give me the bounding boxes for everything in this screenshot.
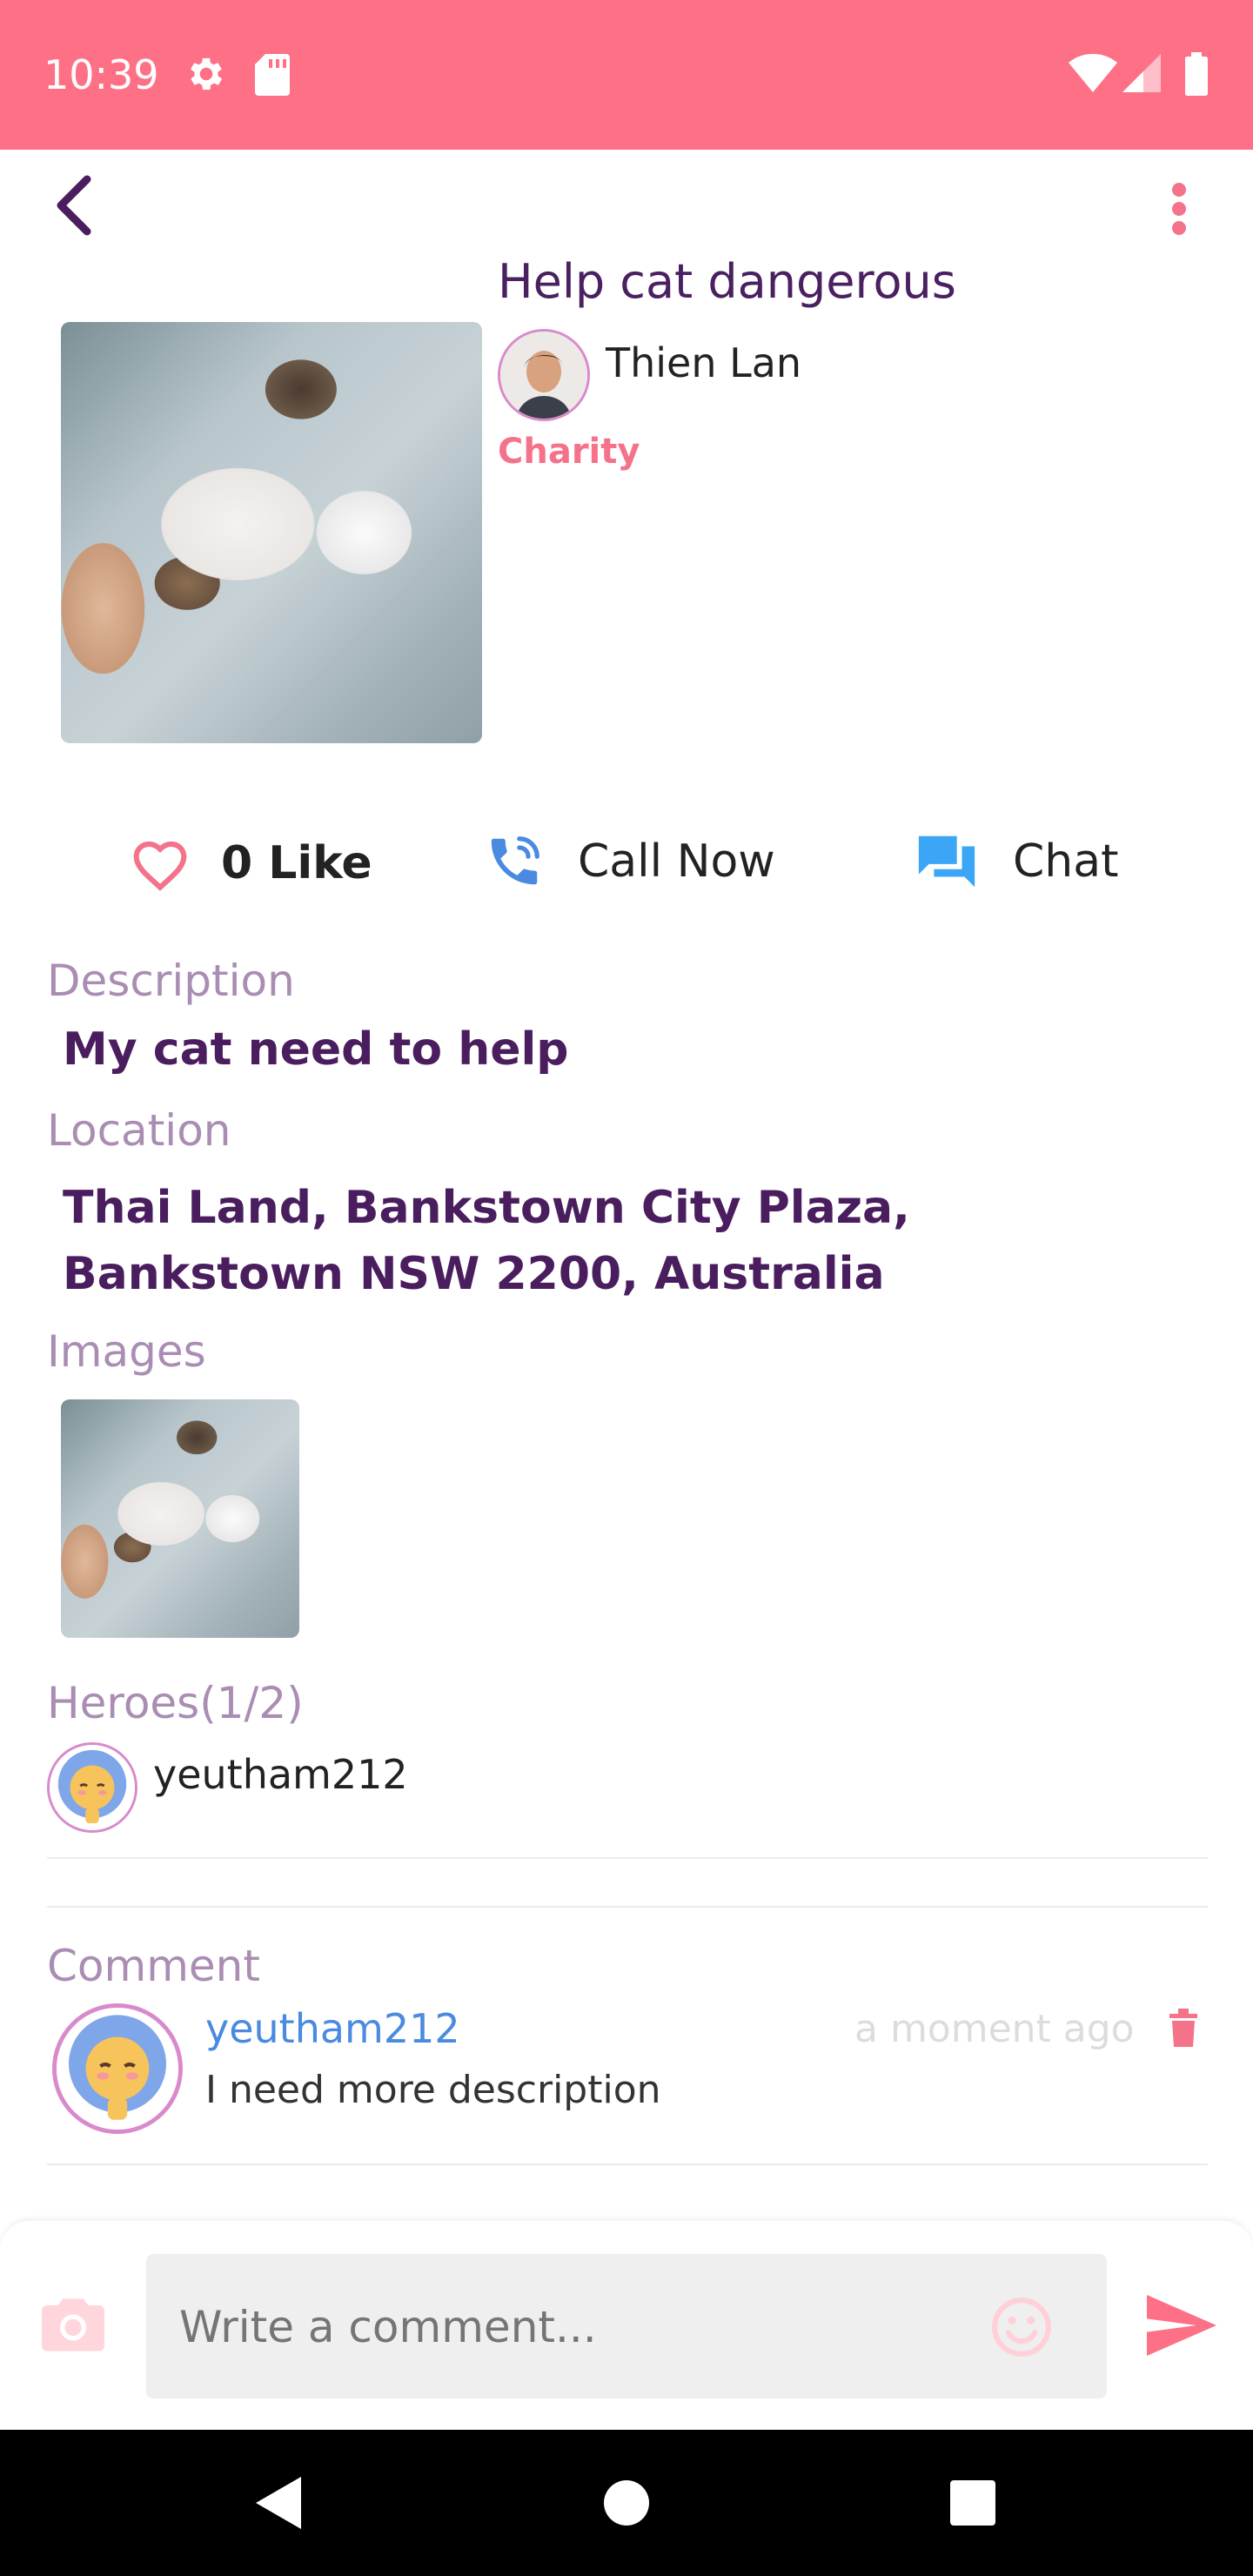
nav-back-icon [256,2477,301,2529]
author-avatar[interactable] [498,329,590,421]
description-heading: Description [47,956,295,1006]
emoji-icon [992,2298,1051,2357]
post-cover-image[interactable] [61,322,482,743]
status-time: 10:39 [44,51,159,98]
nav-home-icon [604,2480,649,2526]
hero-name[interactable]: yeutham212 [153,1751,408,1798]
send-button[interactable] [1140,2287,1223,2364]
camera-icon [42,2298,104,2351]
like-label: 0 Like [221,837,372,889]
heroes-heading: Heroes(1/2) [47,1678,304,1728]
comment-input[interactable] [178,2254,964,2400]
comment-input-box [146,2254,1107,2400]
wifi-icon [1069,53,1117,92]
emoji-button[interactable] [987,2292,1056,2362]
images-heading: Images [47,1326,206,1377]
comment-avatar[interactable] [52,2003,183,2134]
divider [47,2163,1208,2165]
author-name[interactable]: Thien Lan [606,339,801,386]
location-text[interactable]: Thai Land, Bankstown City Plaza, Banksto… [63,1175,1194,1307]
post-title: Help cat dangerous [498,254,956,309]
trash-icon [1169,2009,1197,2047]
hero-avatar[interactable] [47,1742,137,1833]
category-label: Charity [498,432,640,472]
divider [47,1906,1208,1908]
gallery-thumbnail[interactable] [61,1399,299,1638]
sd-card-icon [254,54,291,96]
comment-username[interactable]: yeutham212 [205,2005,460,2052]
location-heading: Location [47,1105,231,1156]
comment-timestamp: a moment ago [854,2007,1135,2051]
chat-label: Chat [1013,835,1119,888]
nav-back-button[interactable] [244,2468,313,2538]
nav-home-button[interactable] [592,2468,661,2538]
back-button[interactable] [42,171,104,240]
more-vert-icon [1172,183,1186,235]
phone-icon [491,836,539,885]
chat-icon [918,835,975,888]
chevron-left-icon [57,175,91,236]
comment-heading: Comment [47,1941,260,1991]
divider [47,1857,1208,1859]
send-icon [1147,2295,1216,2356]
chat-button[interactable]: Chat [914,827,1166,896]
nav-recents-button[interactable] [938,2468,1008,2538]
camera-button[interactable] [38,2289,108,2358]
like-button[interactable]: 0 Like [129,828,372,898]
comment-text: I need more description [205,2068,661,2112]
heart-outline-icon [133,841,187,891]
description-text: My cat need to help [63,1023,569,1076]
status-bar: 10:39 [0,0,1253,150]
system-nav-bar [0,2430,1253,2576]
more-options-button[interactable] [1157,178,1201,240]
battery-icon [1185,52,1208,96]
signal-icon [1122,54,1161,92]
call-now-button[interactable]: Call Now [484,827,780,896]
settings-icon [184,52,228,96]
call-now-label: Call Now [578,835,775,888]
nav-recents-icon [950,2480,995,2526]
delete-comment-button[interactable] [1159,2002,1208,2054]
